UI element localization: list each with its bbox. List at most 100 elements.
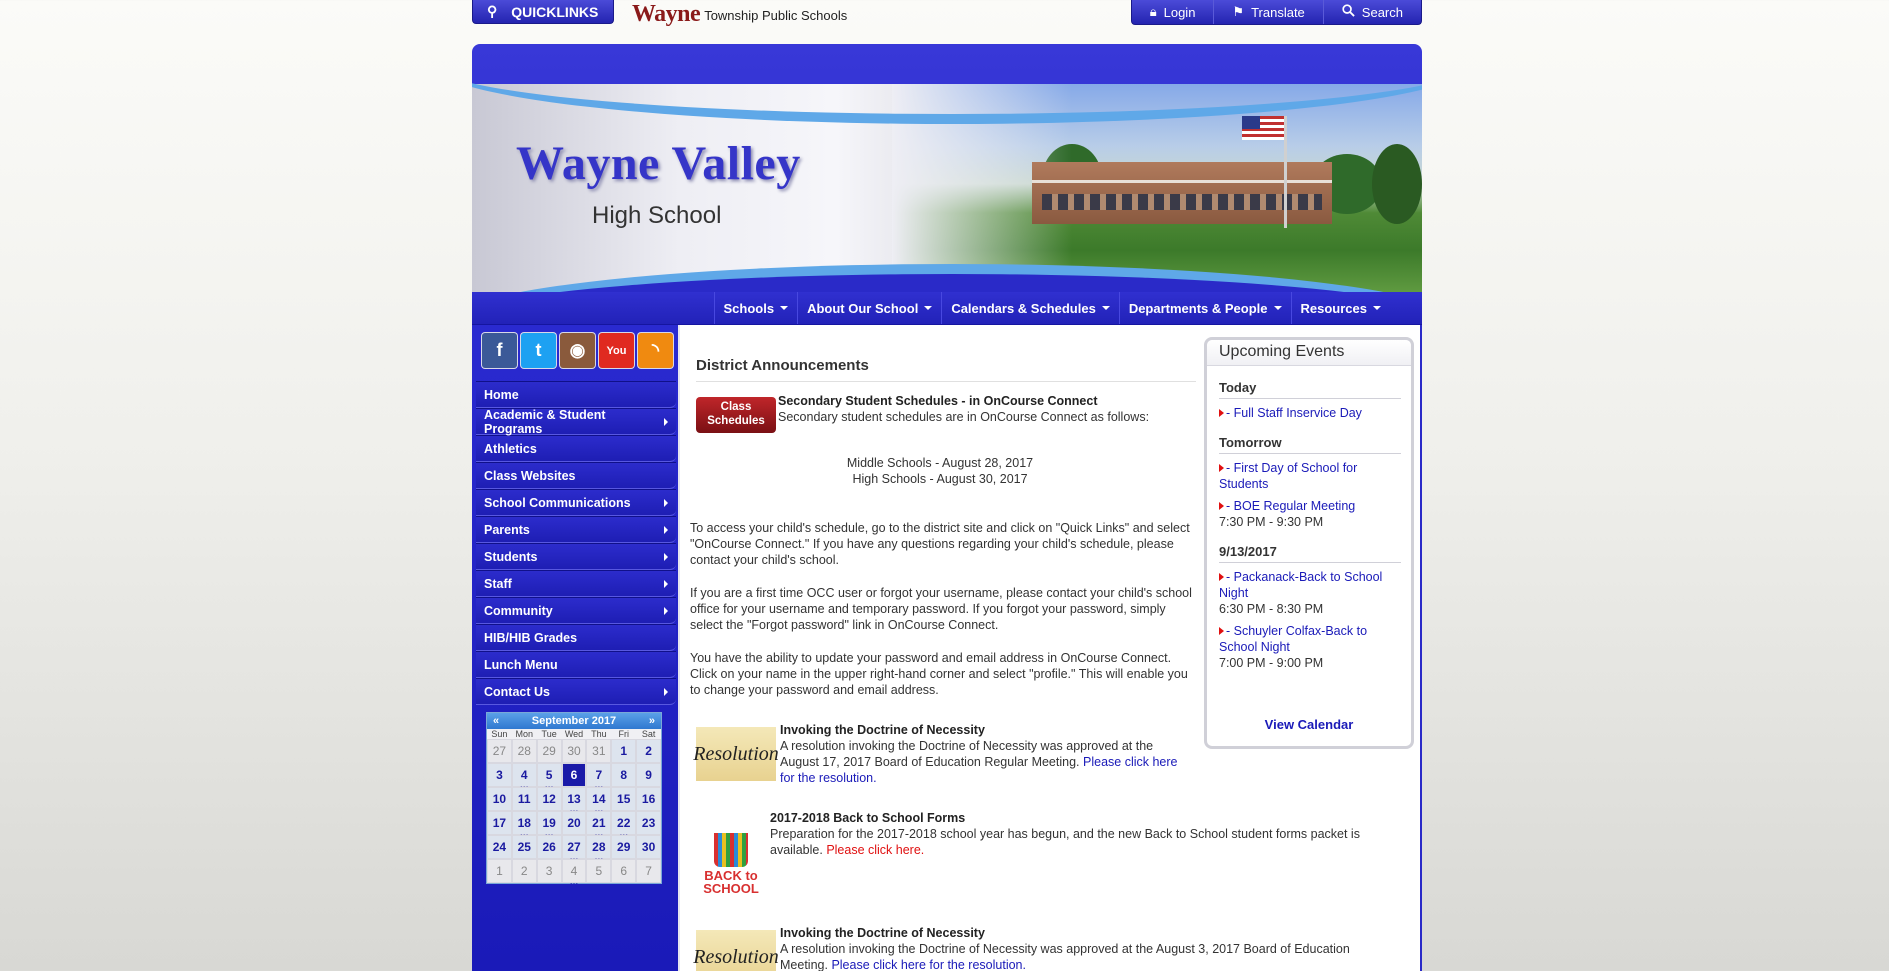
schedule-date-ms: Middle Schools - August 28, 2017	[846, 456, 1034, 470]
sidebar-item[interactable]: Athletics	[476, 435, 676, 462]
nav-calendars[interactable]: Calendars & Schedules	[941, 292, 1119, 324]
calendar-day[interactable]: 5	[536, 763, 562, 789]
event-title-link[interactable]: - Full Staff Inservice Day	[1226, 406, 1362, 420]
calendar-day[interactable]: 10	[487, 787, 512, 811]
sidebar-item[interactable]: Home	[476, 381, 676, 408]
district-logo[interactable]: Wayne Township Public Schools	[632, 0, 847, 26]
calendar-day[interactable]: 13	[561, 787, 587, 813]
forms-link[interactable]: Please click here.	[826, 843, 924, 857]
calendar-day[interactable]: 27	[487, 739, 512, 763]
sidebar-item[interactable]: HIB/HIB Grades	[476, 624, 676, 651]
calendar-day[interactable]: 30	[561, 739, 587, 763]
sidebar-item[interactable]: Students	[476, 543, 676, 570]
calendar-day[interactable]: 28	[586, 835, 612, 861]
translate-button[interactable]: ⚑ Translate	[1213, 0, 1322, 24]
calendar-day[interactable]: 3	[536, 859, 562, 883]
sidebar-item[interactable]: Parents	[476, 516, 676, 543]
event-item: - Full Staff Inservice Day	[1219, 405, 1401, 421]
calendar-day[interactable]: 9	[636, 763, 661, 787]
announcements: District Announcements Class Schedules S…	[682, 325, 1360, 971]
schedule-paragraph: To access your child's schedule, go to t…	[690, 521, 1190, 567]
nav-resources[interactable]: Resources	[1290, 292, 1390, 324]
calendar-day[interactable]: 25	[511, 835, 537, 859]
back-to-school-thumbnail[interactable]: BACK to SCHOOL	[696, 815, 766, 895]
bullet-arrow-icon	[1219, 409, 1224, 417]
calendar-day[interactable]: 28	[511, 739, 537, 763]
calendar-day[interactable]: 7	[586, 763, 612, 789]
announcements-heading: District Announcements	[696, 357, 869, 374]
event-title-link[interactable]: - BOE Regular Meeting	[1226, 499, 1355, 513]
calendar-day[interactable]: 19	[536, 811, 562, 837]
calendar-day[interactable]: 21	[586, 811, 612, 837]
sidebar-item[interactable]: Staff	[476, 570, 676, 597]
calendar-day[interactable]: 14	[586, 787, 612, 813]
district-logo-wayne: Wayne	[632, 1, 701, 27]
sidebar-item[interactable]: Class Websites	[476, 462, 676, 489]
resolution-thumbnail[interactable]: Resolution	[693, 727, 779, 781]
calendar-day[interactable]: 26	[536, 835, 562, 859]
quicklinks-button[interactable]: ⚲ QUICKLINKS	[472, 0, 614, 24]
calendar-day[interactable]: 31	[586, 739, 612, 763]
calendar-day[interactable]: 2	[636, 739, 661, 763]
nav-about[interactable]: About Our School	[797, 292, 941, 324]
calendar-day[interactable]: 24	[487, 835, 512, 859]
sidebar-item[interactable]: Academic & Student Programs	[476, 408, 676, 436]
event-item: - Schuyler Colfax-Back to School Night 7:…	[1219, 623, 1401, 671]
search-button[interactable]: Search	[1322, 0, 1421, 24]
event-title-link[interactable]: - Schuyler Colfax-Back to School Night	[1219, 624, 1367, 654]
next-month-button[interactable]: »	[649, 715, 655, 727]
calendar-weekdays: Sun Mon Tue Wed Thu Fri Sat	[487, 729, 661, 739]
twitter-icon[interactable]: t	[521, 333, 556, 368]
sidebar-item[interactable]: Community	[476, 597, 676, 624]
calendar-day[interactable]: 29	[536, 739, 562, 763]
sidebar-item[interactable]: Lunch Menu	[476, 651, 676, 678]
announcement-title[interactable]: Invoking the Doctrine of Necessity	[780, 722, 1180, 738]
youtube-icon[interactable]: You	[599, 333, 634, 368]
resolution-link[interactable]: Please click here for the resolution.	[831, 958, 1026, 971]
calendar-day[interactable]: 17	[487, 811, 512, 835]
resolution-thumbnail[interactable]: Resolution	[693, 930, 779, 971]
class-schedules-thumbnail[interactable]: Class Schedules	[696, 397, 776, 433]
us-flag-icon	[1242, 116, 1284, 140]
calendar-day[interactable]: 12	[536, 787, 562, 811]
calendar-day[interactable]: 20	[561, 811, 587, 835]
sidebar-item[interactable]: School Communications	[476, 489, 676, 516]
sidebar-item[interactable]: Contact Us	[476, 678, 676, 705]
calendar-day[interactable]: 6	[611, 859, 637, 883]
announcement-title[interactable]: Invoking the Doctrine of Necessity	[780, 925, 1400, 941]
calendar-day[interactable]: 22	[611, 811, 637, 837]
pencils-icon	[714, 833, 748, 867]
calendar-day[interactable]: 4	[511, 763, 537, 789]
calendar-day[interactable]: 8	[611, 763, 637, 787]
calendar-day[interactable]: 30	[636, 835, 661, 859]
nav-schools[interactable]: Schools	[713, 292, 798, 324]
calendar-day[interactable]: 23	[636, 811, 661, 835]
schedule-paragraph: You have the ability to update your pass…	[690, 651, 1188, 697]
calendar-day[interactable]: 1	[611, 739, 637, 763]
calendar-day[interactable]: 3	[487, 763, 512, 787]
calendar-day[interactable]: 7	[636, 859, 661, 883]
calendar-day[interactable]: 27	[561, 835, 587, 861]
calendar-day[interactable]: 4	[561, 859, 587, 885]
nav-departments[interactable]: Departments & People	[1118, 292, 1291, 324]
prev-month-button[interactable]: «	[493, 715, 499, 727]
district-logo-text: Township Public Schools	[704, 8, 848, 23]
calendar-day[interactable]: 16	[636, 787, 661, 811]
calendar-day[interactable]: 5	[586, 859, 612, 883]
calendar-day[interactable]: 29	[611, 835, 637, 859]
view-calendar-link[interactable]: View Calendar	[1207, 717, 1411, 732]
instagram-icon[interactable]: ◉	[560, 333, 595, 368]
announcement-title[interactable]: 2017-2018 Back to School Forms	[770, 810, 1410, 826]
calendar-day[interactable]: 18	[511, 811, 537, 837]
calendar-day[interactable]: 2	[511, 859, 537, 883]
facebook-icon[interactable]: f	[482, 333, 517, 368]
announcement-title[interactable]: Secondary Student Schedules - in OnCours…	[778, 393, 1198, 409]
calendar-day-today[interactable]: 6	[561, 763, 587, 787]
rss-icon[interactable]: ◝	[638, 333, 673, 368]
event-title-link[interactable]: - First Day of School for Students	[1219, 461, 1357, 491]
event-title-link[interactable]: - Packanack-Back to School Night	[1219, 570, 1382, 600]
calendar-day[interactable]: 11	[511, 787, 537, 811]
login-button[interactable]: 🔒︎ Login	[1132, 0, 1214, 24]
calendar-day[interactable]: 1	[487, 859, 512, 883]
calendar-day[interactable]: 15	[611, 787, 637, 811]
